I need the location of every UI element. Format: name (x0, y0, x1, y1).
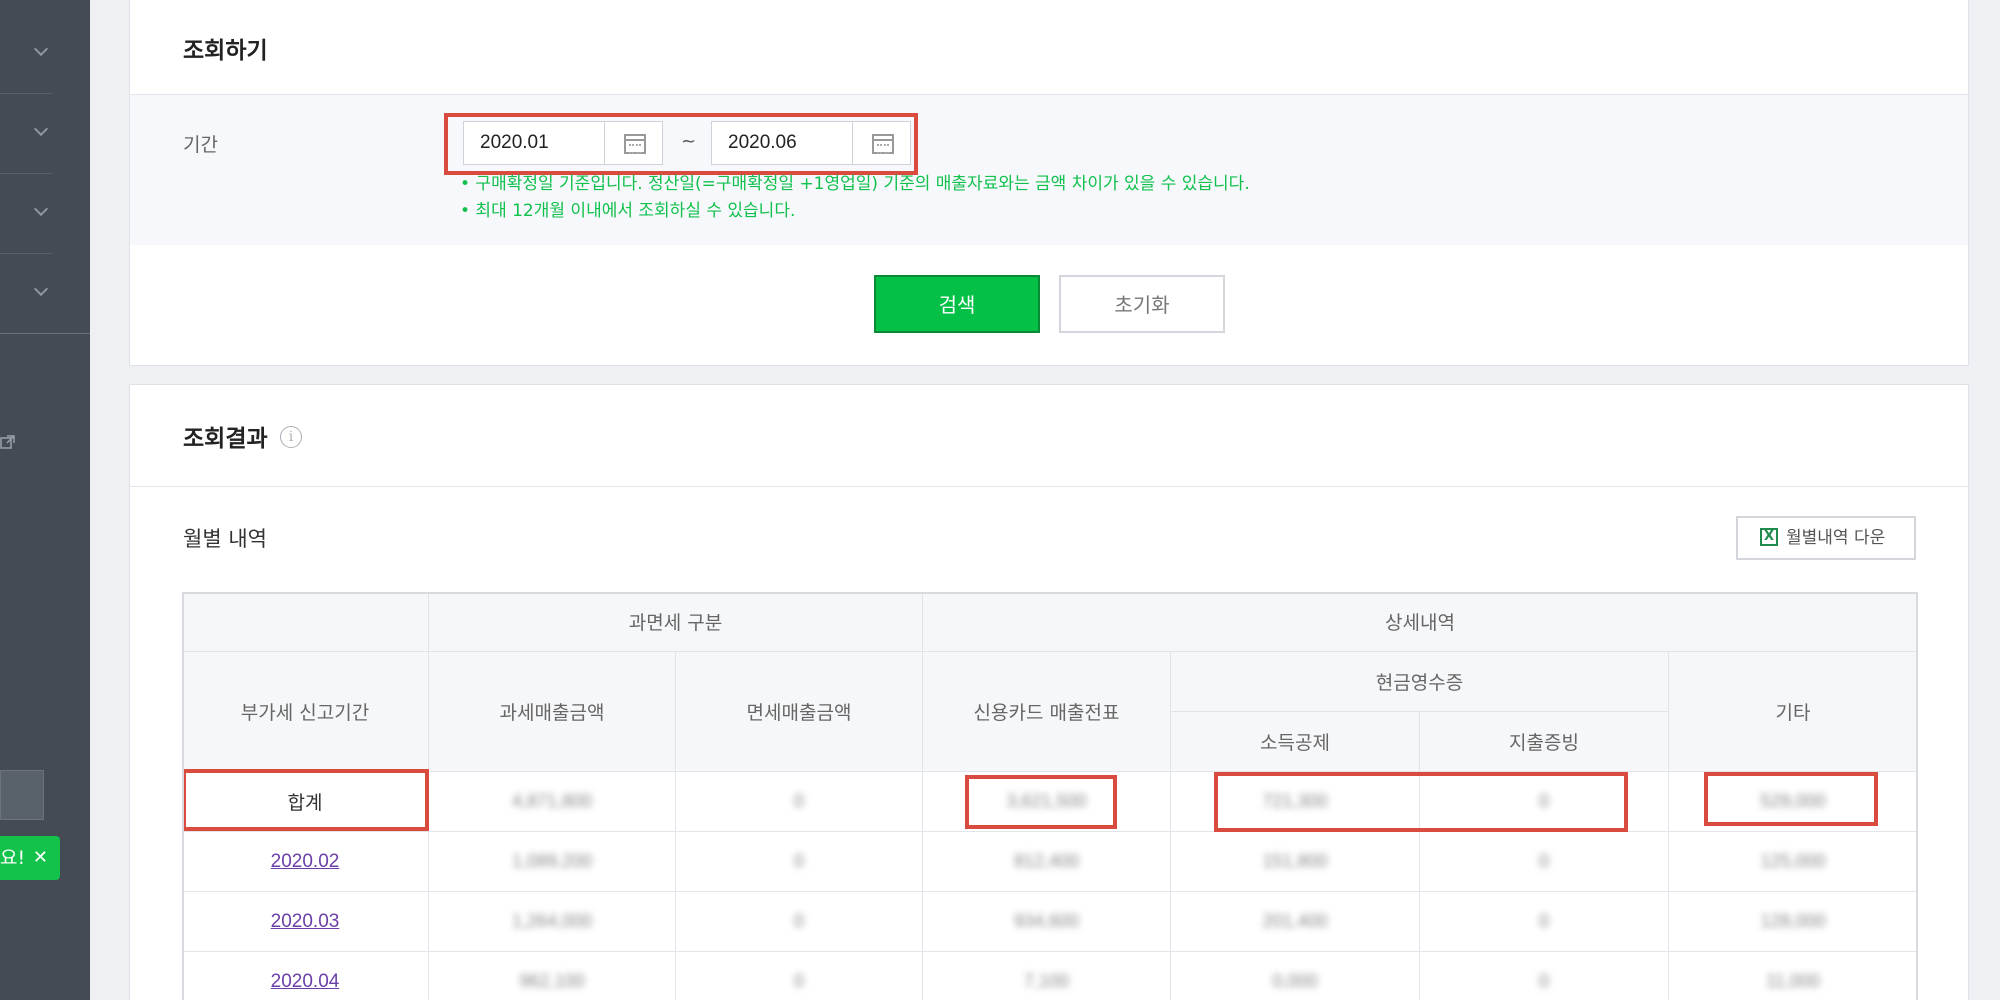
table-cell: 2020.03 (182, 892, 429, 952)
header-card: 신용카드 매출전표 (923, 652, 1171, 772)
highlight-box (182, 769, 429, 831)
sidebar-menu-item[interactable] (0, 14, 52, 94)
table-cell: 0 (676, 952, 923, 1000)
header-other: 기타 (1669, 652, 1918, 772)
table-cell: 125,000 (1669, 832, 1918, 892)
table-cell: 1,264,000 (429, 892, 676, 952)
income-deduction-amount: 0,000 (1272, 971, 1318, 991)
sidebar-input-box[interactable] (0, 770, 44, 820)
table-cell: 201,400 (1171, 892, 1420, 952)
exempt-amount: 0 (793, 851, 804, 871)
sidebar-menu-item[interactable] (0, 94, 52, 174)
results-title: 조회결과 (183, 426, 268, 452)
search-title: 조회하기 (183, 38, 268, 64)
taxable-amount: 962,100 (519, 971, 585, 991)
table-cell: 0 (676, 832, 923, 892)
table-cell: 128,000 (1669, 892, 1918, 952)
taxable-amount: 1,089,200 (511, 851, 593, 871)
table-cell: 1,089,200 (429, 832, 676, 892)
close-icon[interactable]: ✕ (33, 836, 48, 880)
table-cell: 0 (1420, 832, 1669, 892)
expense-proof-amount: 0 (1538, 911, 1549, 931)
chevron-down-icon (33, 121, 49, 137)
highlight-box (444, 113, 918, 175)
notice-text: • 최대 12개월 이내에서 조회하실 수 있습니다. (460, 201, 796, 221)
taxable-amount: 1,264,000 (511, 911, 593, 931)
header-period: 부가세 신고기간 (182, 652, 429, 772)
table-cell: 2020.02 (182, 832, 429, 892)
expense-proof-amount: 0 (1538, 971, 1549, 991)
download-monthly-button[interactable]: X 월별내역 다운 (1736, 516, 1916, 560)
toast-text: 요! (0, 847, 26, 869)
header-detail: 상세내역 (923, 592, 1918, 652)
notice-toast[interactable]: 요! ✕ (0, 836, 60, 880)
table-cell: 7,100 (923, 952, 1171, 1000)
income-deduction-amount: 151,800 (1262, 851, 1328, 871)
table-cell: 2020.04 (182, 952, 429, 1000)
chevron-down-icon (33, 201, 49, 217)
filter-area: 기간 2020.01 ~ 2020.06 • 구매확정일 기준입니다. 정산일(… (130, 95, 1968, 245)
divider (130, 486, 1968, 487)
table-cell: 962,100 (429, 952, 676, 1000)
exempt-amount: 0 (793, 971, 804, 991)
external-link-icon[interactable] (0, 434, 16, 450)
exempt-amount: 0 (793, 911, 804, 931)
sidebar-divider (0, 254, 90, 334)
reset-button[interactable]: 초기화 (1059, 275, 1225, 333)
download-label: 월별내역 다운 (1786, 528, 1886, 548)
search-panel: 조회하기 기간 2020.01 ~ 2020.06 • 구매확정일 기준입니다.… (129, 0, 1969, 366)
other-amount: 125,000 (1760, 851, 1826, 871)
table-cell: 812,400 (923, 832, 1171, 892)
other-amount: 11,000 (1766, 971, 1820, 991)
search-button[interactable]: 검색 (874, 275, 1040, 333)
period-link[interactable]: 2020.02 (271, 851, 340, 873)
header-expense-proof: 지출증빙 (1420, 712, 1669, 772)
info-icon[interactable]: i (280, 426, 302, 448)
header-exempt: 면세매출금액 (676, 652, 923, 772)
header-tax-type: 과면세 구분 (429, 592, 923, 652)
sidebar-menu-item[interactable] (0, 174, 52, 254)
table-cell: 0 (676, 772, 923, 832)
table-cell: 0,000 (1171, 952, 1420, 1000)
income-deduction-amount: 201,400 (1262, 911, 1328, 931)
period-link[interactable]: 2020.04 (271, 971, 340, 993)
table-cell: 11,000 (1669, 952, 1918, 1000)
excel-icon: X (1760, 528, 1778, 546)
highlight-box (1704, 772, 1878, 826)
header-income-deduction: 소득공제 (1171, 712, 1420, 772)
table-cell: 0 (1420, 952, 1669, 1000)
sidebar: 요! ✕ (0, 0, 90, 1000)
expense-proof-amount: 0 (1538, 851, 1549, 871)
table-header-empty (182, 592, 429, 652)
table-cell: 934,600 (923, 892, 1171, 952)
highlight-box (965, 775, 1117, 829)
table-cell: 0 (676, 892, 923, 952)
card-amount: 7,100 (1023, 971, 1070, 991)
header-taxable: 과세매출금액 (429, 652, 676, 772)
table-cell: 4,871,800 (429, 772, 676, 832)
exempt-amount: 0 (793, 791, 804, 811)
monthly-subtitle: 월별 내역 (183, 527, 267, 551)
period-label: 기간 (183, 134, 218, 156)
highlight-box (1214, 772, 1628, 832)
taxable-amount: 4,871,800 (511, 791, 593, 811)
chevron-down-icon (33, 41, 49, 57)
results-panel: 조회결과 i 월별 내역 X 월별내역 다운 과면세 구분 상세내역 부가세 신… (129, 384, 1969, 1000)
card-amount: 934,600 (1013, 911, 1080, 931)
header-cash-receipt: 현금영수증 (1171, 652, 1669, 712)
other-amount: 128,000 (1760, 911, 1826, 931)
table-cell: 151,800 (1171, 832, 1420, 892)
notice-text: • 구매확정일 기준입니다. 정산일(=구매확정일 +1영업일) 기준의 매출자… (460, 174, 1250, 194)
period-link[interactable]: 2020.03 (271, 911, 340, 933)
table-cell: 0 (1420, 892, 1669, 952)
card-amount: 812,400 (1013, 851, 1080, 871)
